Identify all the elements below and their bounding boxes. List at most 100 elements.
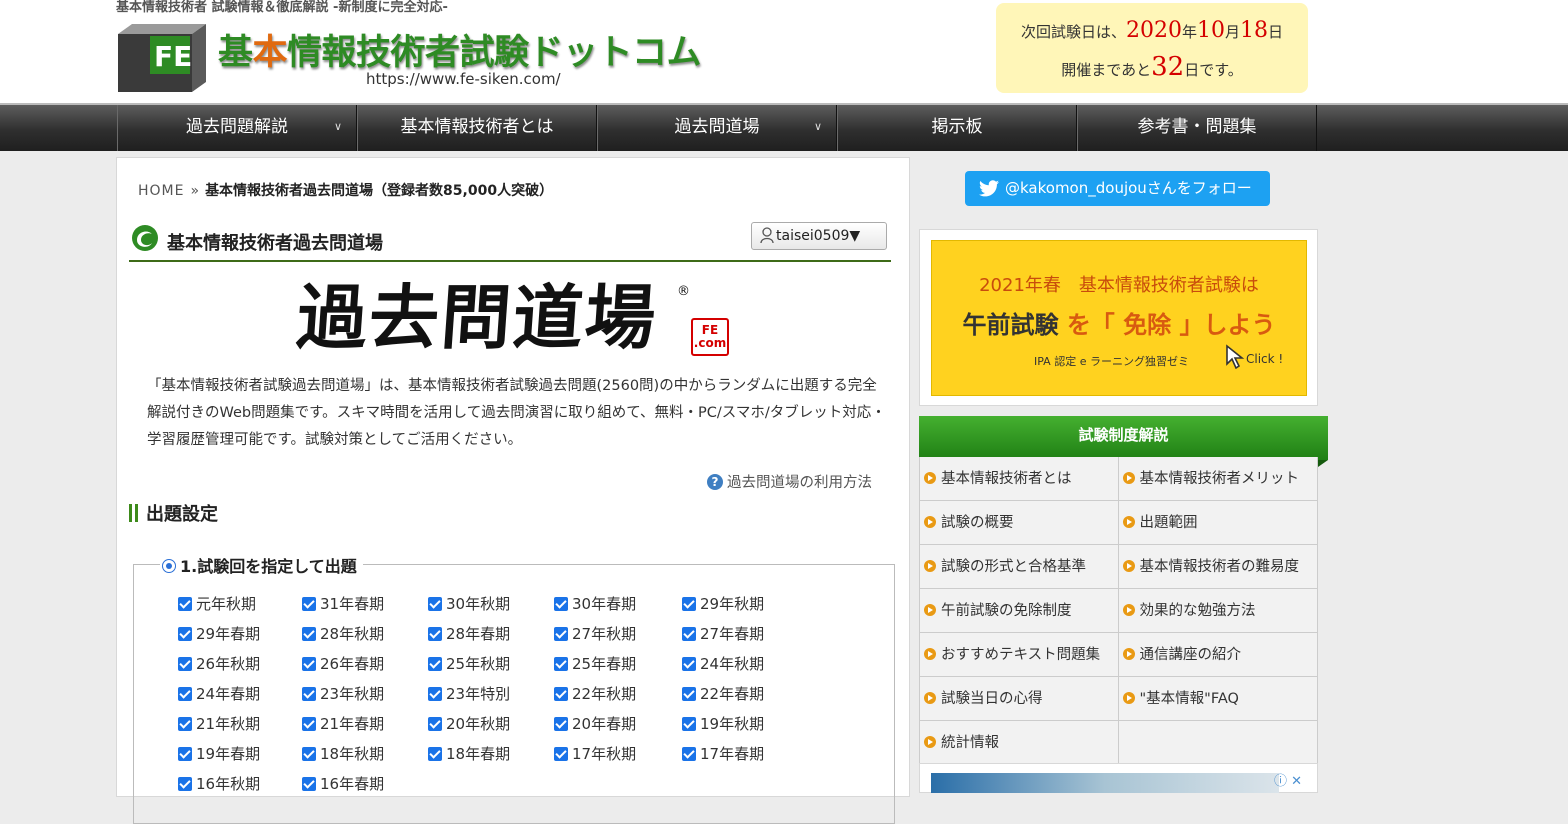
exam-session-checkbox[interactable]: 元年秋期 <box>178 593 256 615</box>
exam-session-checkbox[interactable]: 19年秋期 <box>682 713 764 735</box>
bullet-arrow-icon <box>1122 692 1135 704</box>
checkbox-checked-icon[interactable] <box>682 657 696 671</box>
site-title[interactable]: 基本情報技術者試験ドットコム <box>218 24 702 75</box>
system-link[interactable]: 基本情報技術者の難易度 <box>1119 545 1318 588</box>
exam-session-checkbox[interactable]: 23年特別 <box>428 683 510 705</box>
exam-session-checkbox[interactable]: 24年春期 <box>178 683 260 705</box>
system-link[interactable]: 基本情報技術者メリット <box>1119 457 1318 500</box>
checkbox-checked-icon[interactable] <box>682 747 696 761</box>
system-link[interactable]: 試験の概要 <box>920 501 1119 544</box>
system-link[interactable]: 試験の形式と合格基準 <box>920 545 1119 588</box>
checkbox-checked-icon[interactable] <box>428 627 442 641</box>
ad2-image[interactable] <box>931 773 1279 793</box>
exam-session-checkbox[interactable]: 27年春期 <box>682 623 764 645</box>
checkbox-checked-icon[interactable] <box>178 657 192 671</box>
exam-session-checkbox[interactable]: 29年春期 <box>178 623 260 645</box>
checkbox-checked-icon[interactable] <box>554 687 568 701</box>
exam-session-checkbox[interactable]: 20年秋期 <box>428 713 510 735</box>
system-link[interactable]: 出題範囲 <box>1119 501 1318 544</box>
checkbox-checked-icon[interactable] <box>178 747 192 761</box>
checkbox-checked-icon[interactable] <box>428 717 442 731</box>
nav-item-dojo[interactable]: 過去問道場 ∨ <box>597 105 837 151</box>
ad-close-icon[interactable]: ⓘ ✕ <box>1274 773 1304 793</box>
checkbox-checked-icon[interactable] <box>682 687 696 701</box>
user-menu-button[interactable]: taisei0509▼ <box>751 222 887 250</box>
exam-session-checkbox[interactable]: 31年春期 <box>302 593 384 615</box>
checkbox-checked-icon[interactable] <box>178 777 192 791</box>
exam-session-checkbox[interactable]: 27年秋期 <box>554 623 636 645</box>
system-link[interactable]: 試験当日の心得 <box>920 677 1119 720</box>
nav-item-bbs[interactable]: 掲示板 <box>837 105 1077 151</box>
exam-session-checkbox[interactable]: 21年秋期 <box>178 713 260 735</box>
exam-session-checkbox[interactable]: 28年春期 <box>428 623 510 645</box>
checkbox-checked-icon[interactable] <box>302 657 316 671</box>
system-link[interactable]: おすすめテキスト問題集 <box>920 633 1119 676</box>
checkbox-checked-icon[interactable] <box>302 597 316 611</box>
checkbox-checked-icon[interactable] <box>178 597 192 611</box>
system-link[interactable]: 基本情報技術者とは <box>920 457 1119 500</box>
exam-session-checkbox[interactable]: 28年秋期 <box>302 623 384 645</box>
system-link[interactable]: "基本情報"FAQ <box>1119 677 1318 720</box>
exam-session-checkbox[interactable]: 30年秋期 <box>428 593 510 615</box>
exam-session-checkbox[interactable]: 21年春期 <box>302 713 384 735</box>
exam-session-checkbox[interactable]: 19年春期 <box>178 743 260 765</box>
checkbox-checked-icon[interactable] <box>554 597 568 611</box>
exam-session-checkbox[interactable]: 22年秋期 <box>554 683 636 705</box>
exam-session-checkbox[interactable]: 16年春期 <box>302 773 384 795</box>
exam-session-checkbox[interactable]: 17年春期 <box>682 743 764 765</box>
exam-session-checkbox[interactable]: 29年秋期 <box>682 593 764 615</box>
fe-logo-icon[interactable]: FE <box>118 20 206 92</box>
checkbox-checked-icon[interactable] <box>428 687 442 701</box>
exam-session-checkbox[interactable]: 25年春期 <box>554 653 636 675</box>
option1-radio[interactable]: 1.試験回を指定して出題 <box>160 553 363 577</box>
system-link[interactable]: 午前試験の免除制度 <box>920 589 1119 632</box>
checkbox-checked-icon[interactable] <box>178 627 192 641</box>
empty-cell <box>1119 721 1318 764</box>
exam-session-checkbox[interactable]: 26年秋期 <box>178 653 260 675</box>
exam-session-checkbox[interactable]: 30年春期 <box>554 593 636 615</box>
exam-session-checkbox[interactable]: 18年秋期 <box>302 743 384 765</box>
breadcrumb-home-link[interactable]: HOME <box>138 183 184 199</box>
exam-session-checkbox[interactable]: 25年秋期 <box>428 653 510 675</box>
checkbox-checked-icon[interactable] <box>302 747 316 761</box>
checkbox-checked-icon[interactable] <box>178 687 192 701</box>
bullet-arrow-icon <box>1122 516 1135 528</box>
exam-session-checkbox[interactable]: 23年秋期 <box>302 683 384 705</box>
exam-session-checkbox[interactable]: 16年秋期 <box>178 773 260 795</box>
checkbox-checked-icon[interactable] <box>554 627 568 641</box>
checkbox-checked-icon[interactable] <box>428 657 442 671</box>
nav-label: 過去問道場 <box>674 117 760 137</box>
checkbox-checked-icon[interactable] <box>302 687 316 701</box>
svg-text:FE: FE <box>154 40 192 73</box>
radio-selected-icon[interactable] <box>162 559 176 573</box>
checkbox-checked-icon[interactable] <box>682 627 696 641</box>
checkbox-checked-icon[interactable] <box>554 747 568 761</box>
checkbox-checked-icon[interactable] <box>302 627 316 641</box>
checkbox-checked-icon[interactable] <box>302 777 316 791</box>
twitter-follow-button[interactable]: @kakomon_doujouさんをフォロー <box>965 171 1270 206</box>
checkbox-checked-icon[interactable] <box>682 717 696 731</box>
exam-session-checkbox[interactable]: 26年春期 <box>302 653 384 675</box>
exam-session-checkbox[interactable]: 18年春期 <box>428 743 510 765</box>
nav-item-past-explanations[interactable]: 過去問題解説 ∨ <box>117 105 357 151</box>
checkbox-checked-icon[interactable] <box>178 717 192 731</box>
checkbox-checked-icon[interactable] <box>554 657 568 671</box>
system-link[interactable]: 通信講座の紹介 <box>1119 633 1318 676</box>
checkbox-checked-icon[interactable] <box>428 597 442 611</box>
checkbox-checked-icon[interactable] <box>682 597 696 611</box>
exam-session-checkbox[interactable]: 17年秋期 <box>554 743 636 765</box>
exam-session-checkbox[interactable]: 22年春期 <box>682 683 764 705</box>
exam-session-checkbox[interactable]: 20年春期 <box>554 713 636 735</box>
ad-banner[interactable]: 2021年春 基本情報技術者試験は 午前試験 を「 免除 」しよう IPA 認定… <box>931 240 1307 396</box>
nav-item-books[interactable]: 参考書・問題集 <box>1077 105 1317 151</box>
howto-link[interactable]: ? 過去問道場の利用方法 <box>707 471 872 492</box>
system-link[interactable]: 統計情報 <box>920 721 1119 764</box>
ad-click: Click ! <box>1224 343 1283 370</box>
checkbox-checked-icon[interactable] <box>428 747 442 761</box>
nav-item-about[interactable]: 基本情報技術者とは <box>357 105 597 151</box>
section-header: 基本情報技術者過去問道場 taisei0509▼ <box>129 222 891 262</box>
checkbox-checked-icon[interactable] <box>554 717 568 731</box>
system-link[interactable]: 効果的な勉強方法 <box>1119 589 1318 632</box>
exam-session-checkbox[interactable]: 24年秋期 <box>682 653 764 675</box>
checkbox-checked-icon[interactable] <box>302 717 316 731</box>
